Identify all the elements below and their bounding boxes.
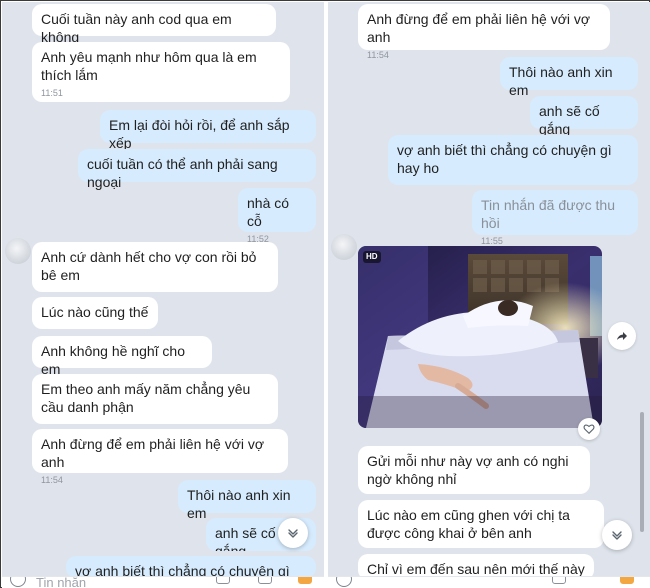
message-bubble[interactable]: vợ anh biết thì chẳng có chuyện gì hay h…: [66, 556, 316, 578]
hd-badge: HD: [363, 251, 381, 263]
message-bubble[interactable]: nhà có cỗ 11:52: [238, 188, 316, 244]
message-text: nhà có cỗ: [247, 195, 290, 229]
attach-icon[interactable]: [216, 577, 230, 584]
sticker-icon[interactable]: [298, 577, 312, 584]
recalled-message[interactable]: Tin nhắn đã được thu hồi 11:55: [472, 190, 638, 246]
emoji-icon[interactable]: [336, 577, 352, 587]
message-text: Thôi nào anh xin em: [187, 487, 291, 521]
photo-message[interactable]: HD: [358, 246, 602, 428]
react-button[interactable]: [578, 418, 600, 440]
avatar[interactable]: [5, 238, 31, 264]
message-text: anh sẽ cố gắng: [539, 103, 600, 137]
heart-icon: [583, 424, 595, 435]
message-input[interactable]: Tin nhắn: [36, 577, 86, 588]
message-text: Anh yêu mạnh như hôm qua là em thích lắm: [41, 49, 257, 83]
message-bubble[interactable]: Thôi nào anh xin em: [178, 480, 316, 521]
message-text: Em theo anh mấy năm chẳng yêu cầu danh p…: [41, 381, 251, 415]
message-bubble[interactable]: Em lại đòi hỏi rồi, để anh sắp xếp: [100, 110, 316, 151]
chat-panel-left[interactable]: Cuối tuần này anh cod qua em không Anh y…: [2, 2, 324, 588]
message-bubble[interactable]: Anh cứ dành hết cho vợ con rồi bỏ bê em: [32, 242, 278, 292]
chevron-down-icon: [612, 531, 622, 540]
scroll-to-bottom-button[interactable]: [278, 518, 308, 548]
message-bubble[interactable]: cuối tuần có thể anh phải sang ngoại: [78, 149, 316, 190]
message-input-bar[interactable]: [328, 576, 650, 588]
avatar[interactable]: [331, 234, 357, 260]
message-text: vợ anh biết thì chẳng có chuyện gì hay h…: [397, 142, 612, 176]
message-text: Cuối tuần này anh cod qua em không: [41, 11, 232, 45]
emoji-icon[interactable]: [10, 577, 26, 587]
message-bubble[interactable]: Cuối tuần này anh cod qua em không: [32, 4, 276, 45]
message-bubble[interactable]: Anh đừng để em phải liên hệ với vợ anh 1…: [32, 429, 288, 485]
message-text: Anh không hề nghĩ cho em: [41, 343, 186, 377]
message-text: Thôi nào anh xin em: [509, 64, 613, 98]
message-text: Anh đừng để em phải liên hệ với vợ anh: [367, 11, 591, 45]
message-bubble[interactable]: Anh không hề nghĩ cho em: [32, 336, 212, 377]
message-time: 11:51: [41, 88, 63, 98]
message-bubble[interactable]: anh sẽ cố gắng: [530, 96, 638, 137]
chat-panel-right[interactable]: Anh đừng để em phải liên hệ với vợ anh 1…: [328, 2, 650, 588]
message-bubble[interactable]: Em theo anh mấy năm chẳng yêu cầu danh p…: [32, 374, 278, 424]
message-text: Gửi mỗi như này vợ anh có nghi ngờ không…: [367, 453, 569, 487]
screenshot-frame: Cuối tuần này anh cod qua em không Anh y…: [0, 0, 650, 588]
message-text: Tin nhắn đã được thu hồi: [481, 197, 616, 231]
message-text: anh sẽ cố gắng: [215, 525, 276, 551]
message-text: Anh đừng để em phải liên hệ với vợ anh: [41, 436, 265, 470]
message-bubble[interactable]: Lúc nào cũng thế: [32, 297, 158, 329]
message-text: Lúc nào cũng thế: [41, 304, 149, 320]
mic-icon[interactable]: [258, 577, 272, 584]
message-bubble[interactable]: Lúc nào em cũng ghen với chị ta được côn…: [358, 500, 604, 548]
chevron-down-icon: [288, 529, 298, 538]
scroll-to-bottom-button[interactable]: [602, 520, 632, 550]
message-bubble[interactable]: Anh đừng để em phải liên hệ với vợ anh 1…: [358, 4, 610, 60]
message-bubble[interactable]: Thôi nào anh xin em: [500, 57, 638, 98]
message-text: Em lại đòi hỏi rồi, để anh sắp xếp: [109, 117, 290, 151]
message-text: Lúc nào em cũng ghen với chị ta được côn…: [367, 507, 570, 541]
message-bubble[interactable]: Anh yêu mạnh như hôm qua là em thích lắm…: [32, 42, 290, 102]
sticker-icon[interactable]: [620, 577, 634, 584]
bedroom-photo: [358, 246, 602, 428]
message-text: Anh cứ dành hết cho vợ con rồi bỏ bê em: [41, 249, 257, 283]
scrollbar[interactable]: [640, 412, 644, 532]
share-arrow-icon: [617, 332, 627, 340]
share-button[interactable]: [608, 322, 636, 350]
message-bubble[interactable]: vợ anh biết thì chẳng có chuyện gì hay h…: [388, 135, 638, 185]
message-text: cuối tuần có thể anh phải sang ngoại: [87, 156, 278, 190]
attach-icon[interactable]: [552, 577, 566, 584]
message-input-bar[interactable]: Tin nhắn: [2, 576, 324, 588]
message-bubble[interactable]: Gửi mỗi như này vợ anh có nghi ngờ không…: [358, 446, 590, 494]
